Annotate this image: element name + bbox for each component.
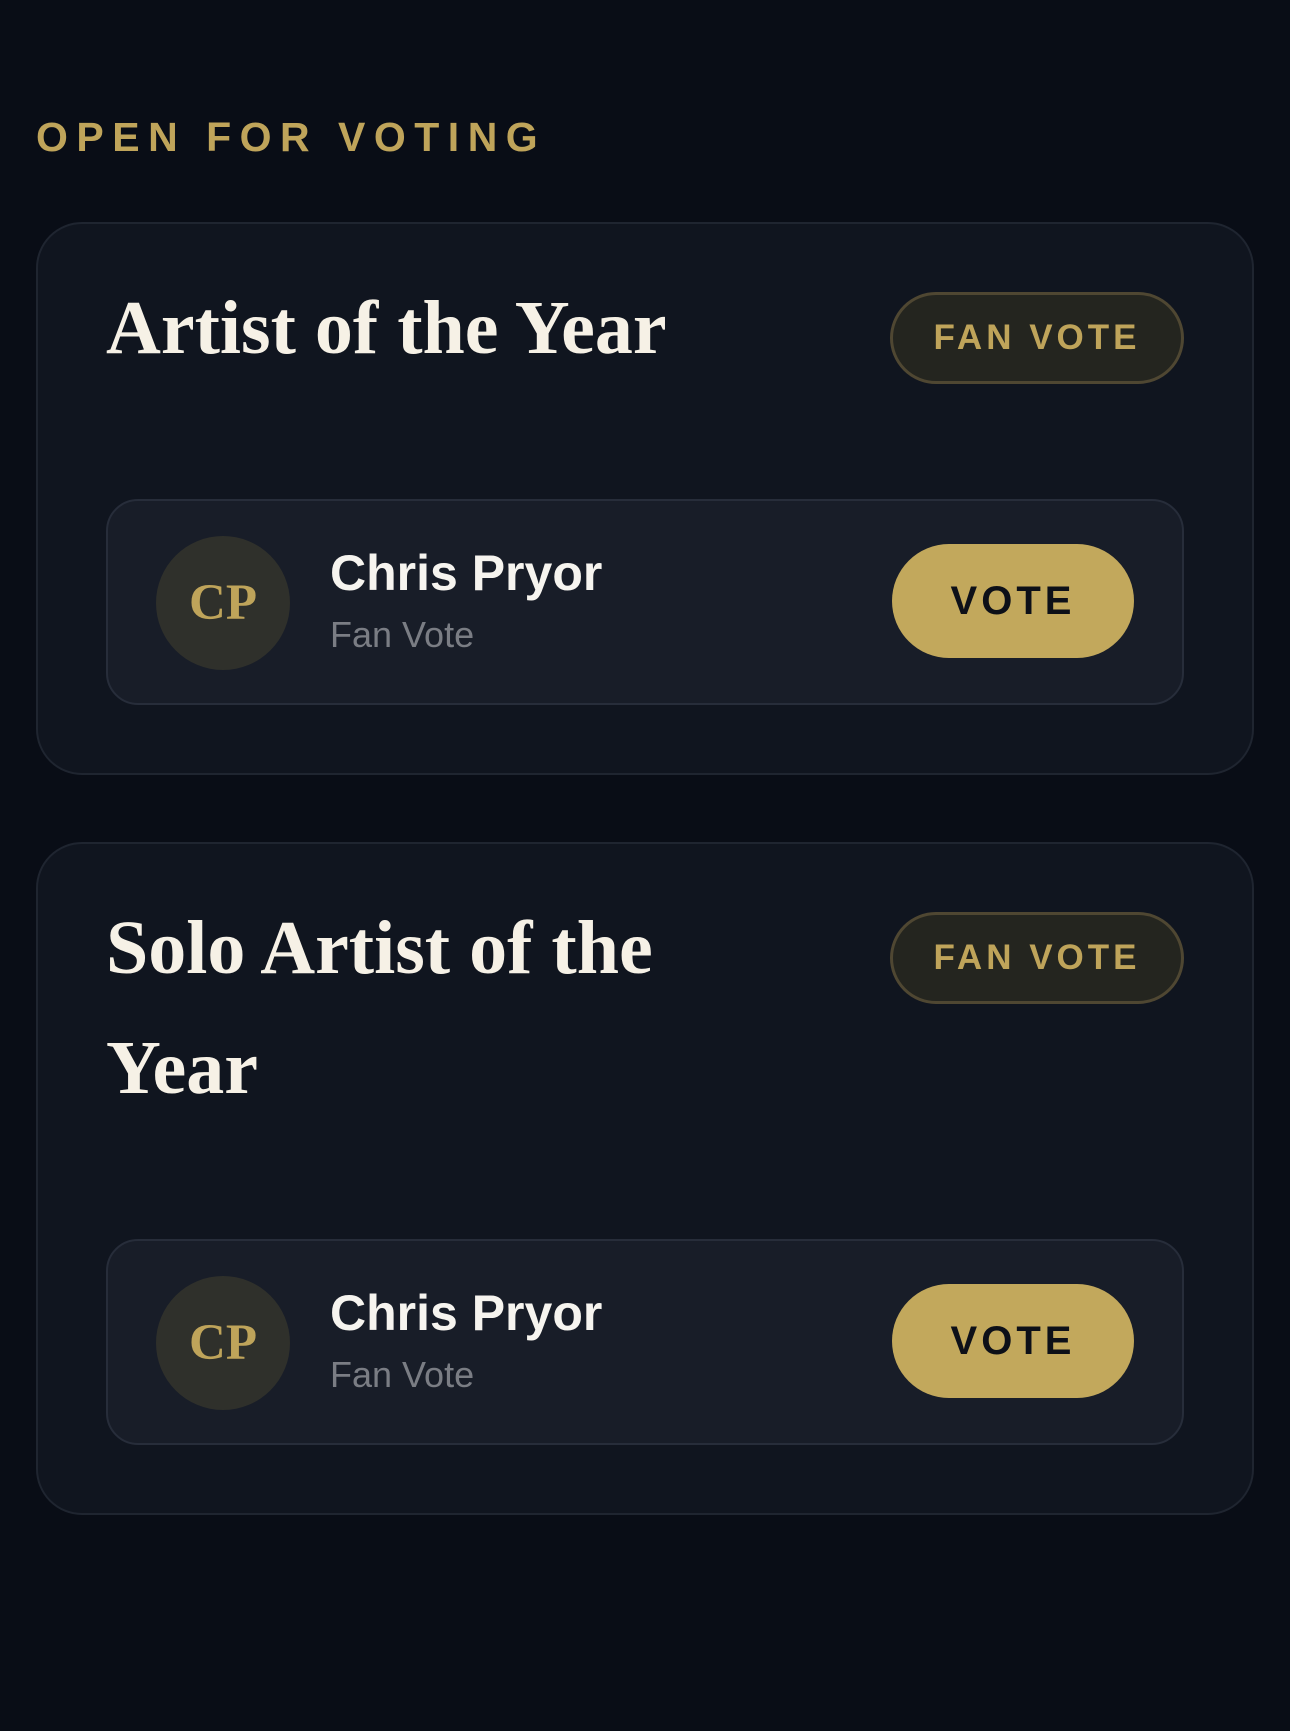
section-heading: OPEN FOR VOTING [36, 114, 547, 160]
category-title: Artist of the Year [106, 286, 667, 370]
fan-vote-badge: FAN VOTE [890, 912, 1184, 1004]
avatar: CP [156, 536, 290, 670]
avatar: CP [156, 1276, 290, 1410]
nominee-name: Chris Pryor [330, 545, 603, 601]
category-card-solo-artist-of-the-year: Solo Artist of the Year FAN VOTE CP Chri… [36, 842, 1254, 1515]
nominee-row: CP Chris Pryor Fan Vote VOTE [106, 1239, 1184, 1445]
nominee-subtitle: Fan Vote [330, 1354, 475, 1395]
vote-button[interactable]: VOTE [892, 1284, 1134, 1398]
vote-button[interactable]: VOTE [892, 544, 1134, 658]
nominee-row: CP Chris Pryor Fan Vote VOTE [106, 499, 1184, 705]
category-title: Solo Artist of the Year [106, 906, 653, 1110]
nominee-subtitle: Fan Vote [330, 614, 475, 655]
nominee-name: Chris Pryor [330, 1285, 603, 1341]
fan-vote-badge: FAN VOTE [890, 292, 1184, 384]
category-card-artist-of-the-year: Artist of the Year FAN VOTE CP Chris Pry… [36, 222, 1254, 775]
